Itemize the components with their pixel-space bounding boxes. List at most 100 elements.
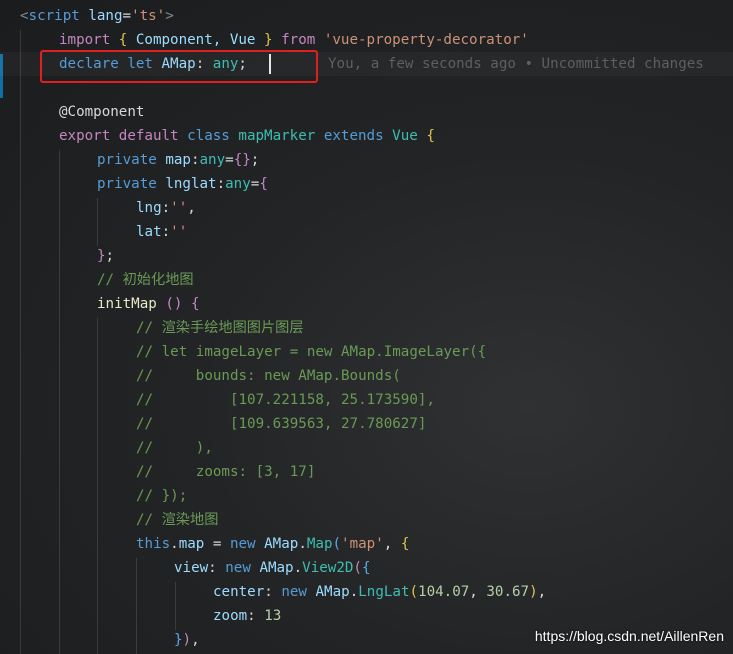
code-token: , [537,584,547,600]
code-line[interactable]: // bounds: new AMap.Bounds( [0,364,733,388]
code-token: { [259,176,268,192]
code-line[interactable]: export default class mapMarker extends V… [0,124,733,148]
code-text: initMap () { [97,292,200,316]
code-text: // }); [136,484,187,508]
code-token: { [426,128,435,144]
code-token: // 渲染手绘地图图片图层 [136,320,304,336]
code-line[interactable]: import { Component, Vue } from 'vue-prop… [0,28,733,52]
red-highlight-box [40,50,318,83]
code-line[interactable]: <script lang='ts'> [0,4,733,28]
code-editor[interactable]: <script lang='ts'> import { Component, Vu… [0,0,733,654]
code-token: } [264,32,273,48]
code-text: view: new AMap.View2D({ [174,556,371,580]
code-token: import [59,32,111,48]
code-text: center: new AMap.LngLat(104.07, 30.67), [213,580,546,604]
code-token: = [204,536,230,552]
code-token: AMap [259,560,294,576]
code-line[interactable]: zoom: 13 [0,604,733,628]
code-line[interactable]: initMap () { [0,292,733,316]
code-token: from [281,32,316,48]
code-token: : [264,584,282,600]
code-token: default [118,128,179,144]
code-token: map [178,536,205,552]
code-token: 30.67 [486,584,530,600]
code-text: export default class mapMarker extends V… [59,124,435,148]
code-line[interactable]: lat:'' [0,220,733,244]
code-line[interactable]: private lnglat:any={ [0,172,733,196]
code-token: zoom [213,608,248,624]
code-text: <script lang='ts'> [20,4,174,28]
code-token: private [97,176,157,192]
code-token: , [187,200,196,216]
code-token: extends [323,128,384,144]
code-token: new [229,536,256,552]
code-token: , [191,632,200,648]
code-token: Component, Vue [127,32,265,48]
code-text: // bounds: new AMap.Bounds( [136,364,401,388]
code-token: { [361,560,371,576]
code-text: import { Component, Vue } from 'vue-prop… [59,28,529,52]
code-token: 'vue-property-decorator' [323,32,529,48]
watermark: https://blog.csdn.net/AillenRen [534,628,724,644]
code-token: // }); [136,488,188,504]
code-token: > [165,8,174,24]
code-token: ) [182,632,192,648]
code-token: 13 [264,608,282,624]
code-text: }; [97,244,114,268]
code-token: () [165,296,183,312]
code-token: lng [136,200,162,216]
code-token: '' [170,200,188,216]
code-line[interactable]: // 初始化地图 [0,268,733,292]
code-text: // [107.221158, 25.173590], [136,388,435,412]
code-text: }), [174,628,200,652]
code-line[interactable]: // ), [0,436,733,460]
code-token: map [165,152,191,168]
code-line[interactable]: // [109.639563, 27.780627] [0,412,733,436]
code-token: initMap [97,296,157,312]
code-text: // 渲染手绘地图图片图层 [136,316,304,340]
code-token: '' [170,224,188,240]
code-line[interactable]: // let imageLayer = new AMap.ImageLayer(… [0,340,733,364]
code-line[interactable]: view: new AMap.View2D({ [0,556,733,580]
code-line[interactable]: private map:any={}; [0,148,733,172]
code-token: lat [136,224,162,240]
code-text: // let imageLayer = new AMap.ImageLayer(… [136,340,486,364]
code-text: // zooms: [3, 17] [136,460,315,484]
code-line[interactable]: this.map = new AMap.Map('map', { [0,532,733,556]
code-token: . [349,584,359,600]
code-token: LngLat [358,584,410,600]
code-token: new [225,560,251,576]
code-line[interactable]: // 渲染手绘地图图片图层 [0,316,733,340]
code-token: this [136,536,171,552]
code-token: // bounds: new AMap.Bounds( [136,368,401,384]
code-token: // 渲染地图 [136,512,219,528]
code-token: , [469,584,487,600]
code-text: // ), [136,436,213,460]
code-line[interactable]: // }); [0,484,733,508]
code-text: lat:'' [136,220,187,244]
code-line[interactable]: // [107.221158, 25.173590], [0,388,733,412]
code-token: ( [353,560,362,576]
code-token: export [59,128,111,144]
code-token: 'map' [341,536,384,552]
code-token: } [97,248,106,264]
code-token: . [170,536,179,552]
code-line[interactable]: lng:'', [0,196,733,220]
code-token: // ), [136,440,213,456]
text-cursor [269,54,271,74]
code-line[interactable]: center: new AMap.LngLat(104.07, 30.67), [0,580,733,604]
code-text: lng:'', [136,196,196,220]
code-token: any [225,176,251,192]
code-line[interactable]: // zooms: [3, 17] [0,460,733,484]
code-line[interactable]: }; [0,244,733,268]
code-line[interactable]: // 渲染地图 [0,508,733,532]
code-token: . [293,560,303,576]
code-line[interactable]: @Component [0,100,733,124]
code-token: center [213,584,265,600]
